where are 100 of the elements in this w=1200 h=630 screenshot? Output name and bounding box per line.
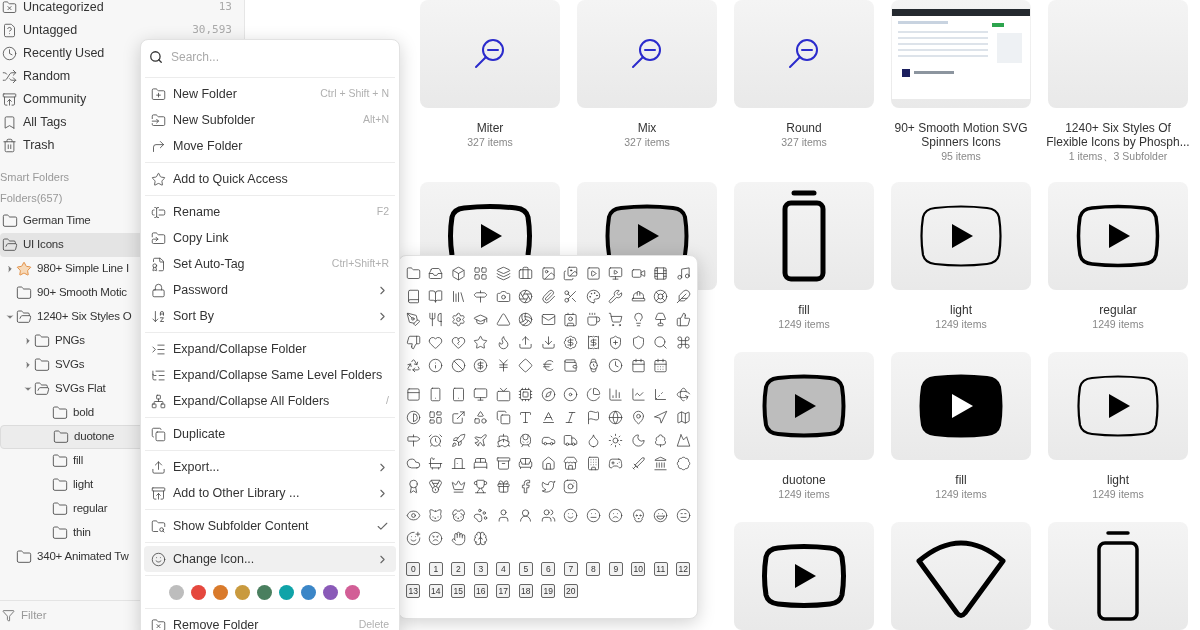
folder-label: regular — [73, 501, 108, 517]
folder-label: PNGs — [55, 333, 85, 349]
menu-item[interactable]: Add to Quick Access — [144, 166, 396, 192]
menu-label: Rename — [173, 203, 221, 221]
menu-item[interactable]: Rename F2 — [144, 199, 396, 225]
section-heading: Folders(657) — [0, 190, 63, 206]
item-count: 1249 items — [778, 317, 830, 332]
shortcut-label: Ctrl+Shift+R — [331, 256, 389, 272]
number-badge[interactable]: 14 — [428, 584, 443, 598]
menu-label: Sort By — [173, 307, 214, 325]
shortcut-label: Alt+N — [363, 112, 389, 128]
library-item[interactable]: Untagged 30,593 — [0, 19, 244, 42]
folder-label: SVGs Flat — [55, 381, 106, 397]
item-count: 1249 items — [1092, 487, 1144, 502]
number-badge[interactable]: 20 — [563, 584, 578, 598]
item-count: 1249 items — [935, 487, 987, 502]
item-count: 1249 items — [935, 317, 987, 332]
library-label: Random — [23, 68, 71, 86]
menu-label: Set Auto-Tag — [173, 255, 245, 273]
menu-item[interactable]: Sort By — [144, 303, 396, 329]
shortcut-label: F2 — [376, 204, 389, 220]
number-badge[interactable]: 17 — [496, 584, 511, 598]
folder-name: fill — [797, 303, 811, 317]
search-field[interactable]: Search... — [171, 48, 371, 66]
menu-item[interactable]: Password — [144, 277, 396, 303]
menu-item[interactable]: Move Folder — [144, 133, 396, 159]
menu-label: New Subfolder — [173, 111, 255, 129]
menu-label: Move Folder — [173, 137, 243, 155]
folder-label: 340+ Animated Tw — [37, 549, 129, 565]
library-label: Untagged — [23, 22, 78, 40]
number-badge[interactable]: 11 — [653, 562, 668, 576]
shortcut-label: Ctrl + Shift + N — [320, 86, 389, 102]
folder-label: German Time — [23, 213, 91, 229]
folder-name: light — [1106, 473, 1130, 487]
menu-label: Expand/Collapse Folder — [173, 340, 307, 358]
number-badge[interactable]: 7 — [563, 562, 578, 576]
folder-name: 90+ Smooth Motion SVG Spinners Icons — [893, 121, 1029, 149]
folder-name: Miter — [475, 121, 505, 135]
folder-label: duotone — [74, 429, 115, 445]
number-badge[interactable]: 4 — [496, 562, 511, 576]
number-badge[interactable]: 5 — [518, 562, 533, 576]
menu-item[interactable]: Expand/Collapse All Folders / — [144, 388, 396, 414]
number-badge[interactable]: 3 — [473, 562, 488, 576]
menu-item[interactable]: New Subfolder Alt+N — [144, 107, 396, 133]
menu-item[interactable]: Expand/Collapse Folder — [144, 336, 396, 362]
folder-label: SVGs — [55, 357, 85, 373]
item-count: 327 items — [781, 135, 827, 150]
menu-item[interactable]: Remove Folder Delete — [144, 612, 396, 630]
menu-item[interactable]: Export... — [144, 454, 396, 480]
folder-label: light — [73, 477, 94, 493]
menu-label: Add to Quick Access — [173, 170, 288, 188]
folder-label: fill — [73, 453, 84, 469]
number-badge[interactable]: 19 — [541, 584, 556, 598]
number-badge[interactable]: 2 — [451, 562, 466, 576]
item-count: 1249 items — [778, 487, 830, 502]
number-badge[interactable]: 1 — [428, 562, 443, 576]
number-badge[interactable]: 15 — [451, 584, 466, 598]
number-badge[interactable]: 13 — [406, 584, 421, 598]
menu-label: Expand/Collapse Same Level Folders — [173, 366, 383, 384]
number-badge[interactable]: 0 — [406, 562, 421, 576]
item-count: 327 items — [624, 135, 670, 150]
item-count: 1 items、3 Subfolder — [1068, 149, 1168, 164]
library-label: Recently Used — [23, 45, 105, 63]
folder-name: duotone — [781, 473, 827, 487]
number-badge[interactable]: 8 — [586, 562, 601, 576]
shortcut-label: / — [386, 393, 389, 409]
library-label: Uncategorized — [23, 0, 104, 17]
menu-label: Password — [173, 281, 228, 299]
menu-label: Duplicate — [173, 425, 226, 443]
number-badge[interactable]: 9 — [608, 562, 623, 576]
folder-label: 980+ Simple Line I — [37, 261, 129, 277]
menu-label: Remove Folder — [173, 616, 259, 630]
menu-item[interactable]: Change Icon... — [144, 546, 396, 572]
folder-label: thin — [73, 525, 91, 541]
menu-label: Export... — [173, 458, 220, 476]
menu-label: Expand/Collapse All Folders — [173, 392, 330, 410]
shortcut-label: Delete — [358, 617, 389, 630]
number-badge[interactable]: 6 — [541, 562, 556, 576]
folder-name: light — [949, 303, 973, 317]
menu-item[interactable]: Expand/Collapse Same Level Folders — [144, 362, 396, 388]
folder-name: fill — [954, 473, 968, 487]
number-badge[interactable]: 18 — [518, 584, 533, 598]
library-label: Trash — [23, 137, 55, 155]
menu-label: New Folder — [173, 85, 237, 103]
folder-label: UI Icons — [23, 237, 64, 253]
library-item[interactable]: Uncategorized 13 — [0, 0, 244, 19]
number-badge[interactable]: 16 — [473, 584, 488, 598]
folder-label: bold — [73, 405, 94, 421]
folder-name: 1240+ Six Styles Of Flexible Icons by Phosph... — [1045, 121, 1191, 149]
number-badge[interactable]: 12 — [676, 562, 691, 576]
item-count: 95 items — [941, 149, 981, 164]
section-heading: Smart Folders — [0, 169, 70, 185]
folder-label: 90+ Smooth Motic — [37, 285, 127, 301]
item-count: 30,593 — [192, 22, 232, 39]
folder-name: Mix — [636, 121, 658, 135]
library-label: Community — [23, 91, 87, 109]
menu-label: Change Icon... — [173, 550, 255, 568]
item-count: 13 — [218, 0, 232, 16]
number-badge[interactable]: 10 — [631, 562, 646, 576]
folder-label: 1240+ Six Styles O — [37, 309, 132, 325]
